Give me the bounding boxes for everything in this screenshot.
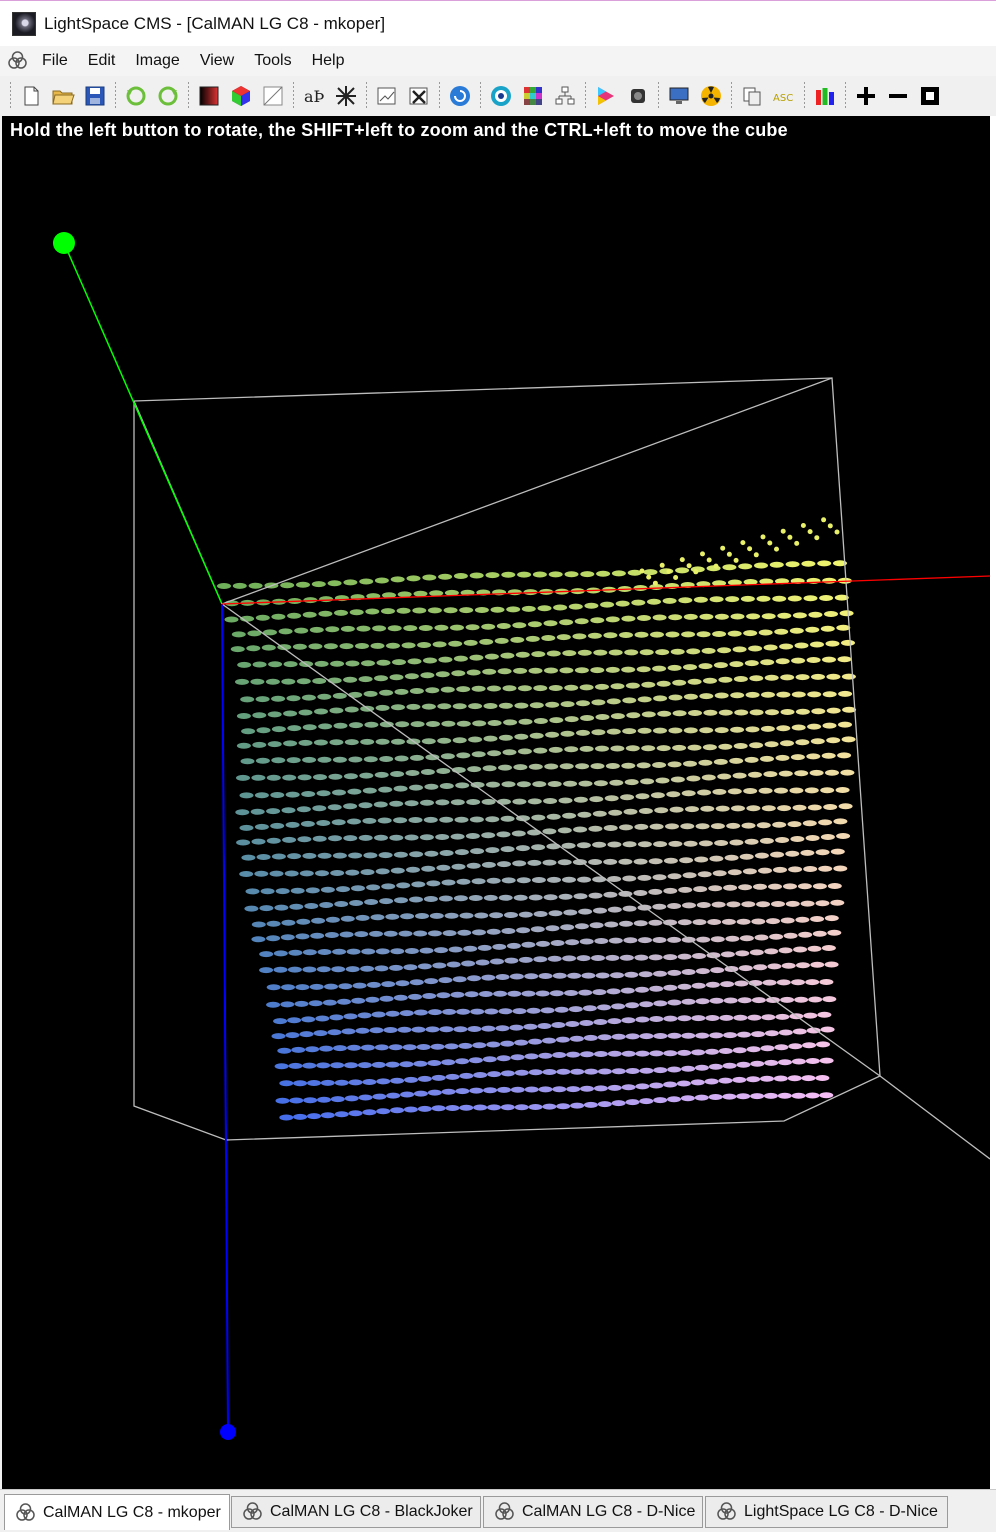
- target-icon[interactable]: [487, 82, 515, 110]
- copy-icon[interactable]: [738, 82, 766, 110]
- toolbar-separator: [115, 82, 116, 110]
- menu-tools[interactable]: Tools: [248, 52, 305, 70]
- toolbar-separator: [439, 82, 440, 110]
- tab-calman-dnice[interactable]: CalMAN LG C8 - D-Nice: [483, 1496, 703, 1528]
- refresh-globe-icon[interactable]: [446, 82, 474, 110]
- color-cube-plot[interactable]: [2, 116, 990, 1489]
- zoom-in-icon[interactable]: [852, 82, 880, 110]
- svg-text:aÞ: aÞ: [304, 87, 325, 106]
- window-edge: [990, 116, 996, 1489]
- compress-arrows-icon[interactable]: [332, 82, 360, 110]
- green-axis-handle[interactable]: [53, 232, 75, 254]
- toolbar-separator: [293, 82, 294, 110]
- red-axis: [221, 575, 990, 605]
- open-folder-icon[interactable]: [49, 82, 77, 110]
- cube-viewport[interactable]: Hold the left button to rotate, the SHIF…: [2, 116, 990, 1489]
- toolbar-grip: [10, 82, 11, 110]
- chart-delete-icon[interactable]: [405, 82, 433, 110]
- undo-icon[interactable]: [122, 82, 150, 110]
- curve-icon[interactable]: [259, 82, 287, 110]
- rgb-bars-icon[interactable]: [811, 82, 839, 110]
- chart-edit-icon[interactable]: [373, 82, 401, 110]
- blue-axis: [221, 603, 229, 1433]
- blue-axis-handle[interactable]: [220, 1424, 236, 1440]
- green-axis: [63, 242, 223, 605]
- gamut-triangle-icon[interactable]: [592, 82, 620, 110]
- menu-view[interactable]: View: [194, 52, 248, 70]
- menu-edit[interactable]: Edit: [82, 52, 130, 70]
- toolbar-separator: [480, 82, 481, 110]
- document-icon: [494, 1502, 516, 1522]
- window-title: LightSpace CMS - [CalMAN LG C8 - mkoper]: [44, 13, 386, 33]
- menu-bar: File Edit Image View Tools Help: [0, 46, 996, 76]
- text-edit-icon[interactable]: aÞ: [300, 82, 328, 110]
- menu-image[interactable]: Image: [129, 52, 193, 70]
- menu-help[interactable]: Help: [306, 52, 359, 70]
- menu-file[interactable]: File: [36, 52, 82, 70]
- tab-label: CalMAN LG C8 - D-Nice: [522, 1503, 696, 1520]
- color-point-cloud: [217, 517, 857, 1121]
- app-icon: [12, 11, 36, 36]
- toolbar-separator: [804, 82, 805, 110]
- document-tabs: CalMAN LG C8 - mkoper CalMAN LG C8 - Bla…: [0, 1489, 996, 1532]
- gradient-ramp-icon[interactable]: [195, 82, 223, 110]
- viewport-hint: Hold the left button to rotate, the SHIF…: [10, 120, 788, 140]
- display-icon[interactable]: [665, 82, 693, 110]
- toolbar-separator: [188, 82, 189, 110]
- tab-calman-mkoper[interactable]: CalMAN LG C8 - mkoper: [4, 1494, 230, 1530]
- save-icon[interactable]: [81, 82, 109, 110]
- toolbar-separator: [845, 82, 846, 110]
- fit-icon[interactable]: [916, 82, 944, 110]
- document-icon[interactable]: [6, 50, 30, 72]
- tab-label: LightSpace LG C8 - D-Nice: [744, 1503, 938, 1520]
- title-bar: LightSpace CMS - [CalMAN LG C8 - mkoper]: [0, 0, 996, 46]
- tab-calman-blackjoker[interactable]: CalMAN LG C8 - BlackJoker: [231, 1496, 481, 1528]
- document-icon: [716, 1502, 738, 1522]
- new-file-icon[interactable]: [17, 82, 45, 110]
- asc-icon[interactable]: ASC: [770, 82, 798, 110]
- svg-text:ASC: ASC: [773, 93, 793, 104]
- probe-icon[interactable]: [624, 82, 652, 110]
- toolbar-separator: [731, 82, 732, 110]
- tab-lightspace-dnice[interactable]: LightSpace LG C8 - D-Nice: [705, 1496, 948, 1528]
- color-cube-icon[interactable]: [227, 82, 255, 110]
- toolbar-separator: [658, 82, 659, 110]
- zoom-out-icon[interactable]: [884, 82, 912, 110]
- network-icon[interactable]: [551, 82, 579, 110]
- document-icon: [15, 1502, 37, 1523]
- toolbar-separator: [585, 82, 586, 110]
- toolbar-separator: [366, 82, 367, 110]
- document-icon: [242, 1502, 264, 1522]
- tab-label: CalMAN LG C8 - BlackJoker: [270, 1503, 473, 1520]
- redo-icon[interactable]: [154, 82, 182, 110]
- radiation-icon[interactable]: [697, 82, 725, 110]
- tab-label: CalMAN LG C8 - mkoper: [43, 1503, 221, 1521]
- color-grid-icon[interactable]: [519, 82, 547, 110]
- toolbar: aÞ ASC: [0, 76, 996, 116]
